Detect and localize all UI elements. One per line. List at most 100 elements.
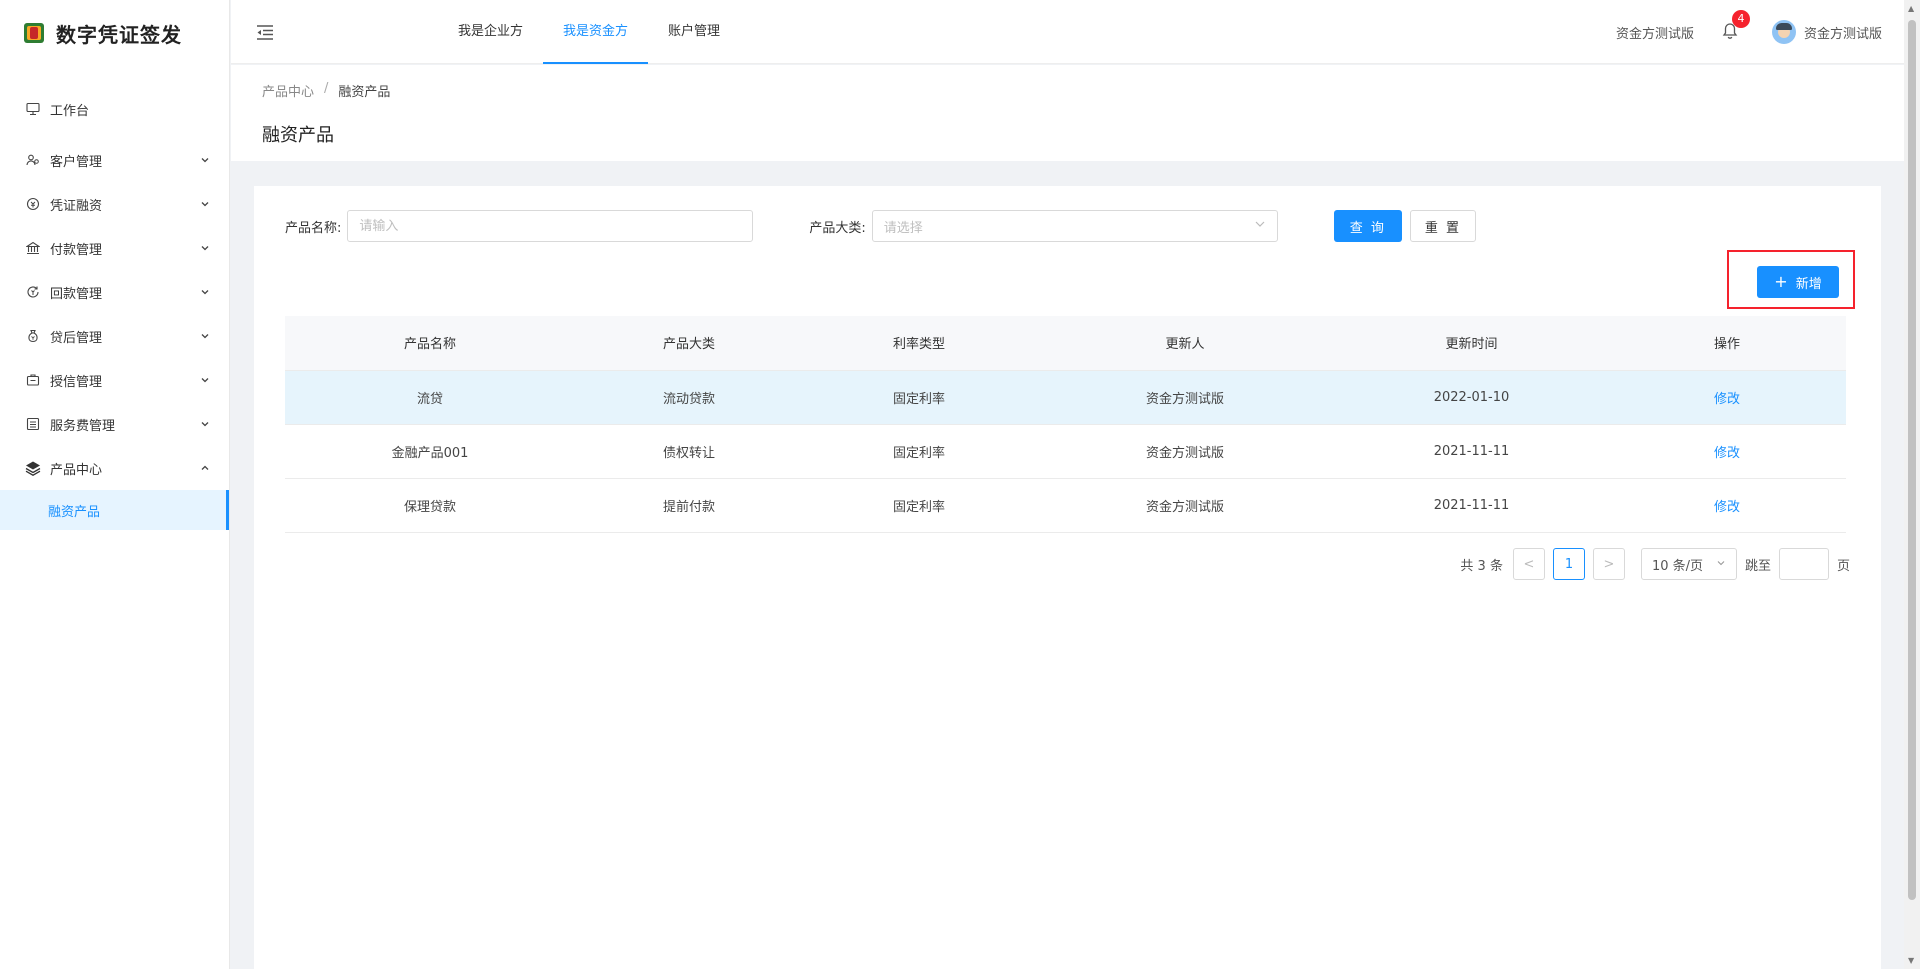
sidebar-item-payment[interactable]: 付款管理 <box>0 226 229 270</box>
table-row[interactable]: 流贷 流动贷款 固定利率 资金方测试版 2022-01-10 修改 <box>285 370 1846 425</box>
return-icon <box>24 283 42 301</box>
edit-link[interactable]: 修改 <box>1714 392 1740 407</box>
cell-category: 流动贷款 <box>575 370 803 425</box>
coin-icon <box>24 195 42 213</box>
jump-page-input[interactable] <box>1778 548 1829 580</box>
chevron-down-icon <box>199 154 211 166</box>
money-bag-icon <box>24 327 42 345</box>
cell-actions: 修改 <box>1608 370 1846 425</box>
breadcrumb-current: 融资产品 <box>338 85 391 100</box>
edit-link[interactable]: 修改 <box>1714 500 1740 515</box>
sidebar-item-collection[interactable]: 回款管理 <box>0 270 229 314</box>
sidebar-subitem-financing-products[interactable]: 融资产品 <box>0 490 229 530</box>
cell-updated-time: 2021-11-11 <box>1335 424 1608 479</box>
notification-bell[interactable]: 4 <box>1722 10 1750 42</box>
top-nav: 我是企业方 我是资金方 账户管理 <box>438 0 740 64</box>
cell-rate-type: 固定利率 <box>803 478 1035 533</box>
breadcrumb: 产品中心 / 融资产品 <box>262 81 390 100</box>
pagination-total: 共 3 条 <box>1460 558 1503 574</box>
add-button-label: 新增 <box>1795 276 1822 292</box>
cell-updater: 资金方测试版 <box>1035 370 1335 425</box>
layers-icon <box>24 459 42 477</box>
sidebar-item-credit[interactable]: 授信管理 <box>0 358 229 402</box>
scrollbar-thumb[interactable] <box>1908 20 1916 900</box>
sidebar-item-service-fee[interactable]: 服务费管理 <box>0 402 229 446</box>
content-card: 产品名称: 产品大类: 请选择 查 询 重 置 + 新增 产品名称 产品大类 利… <box>254 186 1881 969</box>
product-name-label: 产品名称: <box>285 220 342 236</box>
vertical-scrollbar[interactable]: ▲ ▼ <box>1904 0 1920 969</box>
jump-label: 跳至 <box>1744 558 1771 574</box>
page-header: 产品中心 / 融资产品 融资产品 <box>231 65 1904 161</box>
chevron-down-icon <box>199 198 211 210</box>
cell-name: 金融产品001 <box>285 424 575 479</box>
menu-fold-icon[interactable] <box>255 22 275 42</box>
page-size-value: 10 条/页 <box>1651 558 1704 574</box>
add-button[interactable]: + 新增 <box>1757 266 1839 298</box>
chevron-down-icon <box>1254 218 1266 234</box>
column-header-updater: 更新人 <box>1035 316 1335 371</box>
tab-funder[interactable]: 我是资金方 <box>543 0 649 64</box>
prev-page-button[interactable]: < <box>1512 548 1545 580</box>
cell-updated-time: 2021-11-11 <box>1335 478 1608 533</box>
bank-icon <box>24 239 42 257</box>
sidebar-item-workbench[interactable]: 工作台 <box>0 84 229 134</box>
cell-updated-time: 2022-01-10 <box>1335 370 1608 425</box>
column-header-updated-time: 更新时间 <box>1335 316 1608 371</box>
column-header-rate-type: 利率类型 <box>803 316 1035 371</box>
select-placeholder: 请选择 <box>883 220 923 236</box>
product-name-input[interactable] <box>347 210 754 242</box>
monitor-icon <box>24 100 42 118</box>
tab-account[interactable]: 账户管理 <box>648 0 740 64</box>
user-name[interactable]: 资金方测试版 <box>1804 23 1882 42</box>
sidebar-item-voucher-financing[interactable]: 凭证融资 <box>0 182 229 226</box>
notification-badge: 4 <box>1731 10 1750 28</box>
breadcrumb-parent[interactable]: 产品中心 <box>262 81 314 100</box>
table-row[interactable]: 保理贷款 提前付款 固定利率 资金方测试版 2021-11-11 修改 <box>285 478 1846 533</box>
chevron-down-icon <box>199 418 211 430</box>
chevron-down-icon <box>199 242 211 254</box>
page-1-button[interactable]: 1 <box>1552 548 1585 580</box>
cell-rate-type: 固定利率 <box>803 424 1035 479</box>
chevron-down-icon <box>1716 557 1726 572</box>
next-page-button[interactable]: > <box>1592 548 1625 580</box>
table-row[interactable]: 金融产品001 债权转让 固定利率 资金方测试版 2021-11-11 修改 <box>285 424 1846 479</box>
edit-link[interactable]: 修改 <box>1714 446 1740 461</box>
product-category-select[interactable]: 请选择 <box>871 210 1278 242</box>
logo-icon <box>24 23 44 43</box>
org-label[interactable]: 资金方测试版 <box>1616 23 1694 42</box>
cell-name: 保理贷款 <box>285 478 575 533</box>
avatar[interactable] <box>1771 20 1796 44</box>
sidebar-item-product-center[interactable]: 产品中心 <box>0 446 229 490</box>
sidebar-menu: 工作台 客户管理 凭证融资 付款管理 回款管理 贷后管理 授信管理 服务费管理 … <box>0 84 229 530</box>
cell-category: 债权转让 <box>575 424 803 479</box>
chevron-down-icon <box>199 330 211 342</box>
cell-category: 提前付款 <box>575 478 803 533</box>
sidebar-item-post-loan[interactable]: 贷后管理 <box>0 314 229 358</box>
header-right: 资金方测试版 4 资金方测试版 <box>1616 0 1882 64</box>
app-logo: 数字凭证签发 <box>0 0 229 66</box>
page-suffix: 页 <box>1836 558 1850 574</box>
page-size-select[interactable]: 10 条/页 <box>1640 548 1737 580</box>
table-header-row: 产品名称 产品大类 利率类型 更新人 更新时间 操作 <box>285 316 1846 371</box>
column-header-category: 产品大类 <box>575 316 803 371</box>
scroll-down-arrow-icon[interactable]: ▼ <box>1908 956 1914 965</box>
cell-updater: 资金方测试版 <box>1035 478 1335 533</box>
sidebar-item-customers[interactable]: 客户管理 <box>0 138 229 182</box>
cell-name: 流贷 <box>285 370 575 425</box>
column-header-name: 产品名称 <box>285 316 575 371</box>
scroll-up-arrow-icon[interactable]: ▲ <box>1908 4 1914 13</box>
list-icon <box>24 415 42 433</box>
products-table: 产品名称 产品大类 利率类型 更新人 更新时间 操作 流贷 流动贷款 固定利率 … <box>285 316 1846 533</box>
reset-button[interactable]: 重 置 <box>1409 210 1477 242</box>
app-title: 数字凭证签发 <box>56 22 182 47</box>
users-icon <box>24 151 42 169</box>
column-header-actions: 操作 <box>1608 316 1846 371</box>
tab-enterprise[interactable]: 我是企业方 <box>438 0 543 64</box>
page-title: 融资产品 <box>262 125 334 146</box>
cell-updater: 资金方测试版 <box>1035 424 1335 479</box>
pagination: 共 3 条 < 1 > 10 条/页 跳至 页 <box>1460 548 1850 580</box>
chevron-up-icon <box>199 462 211 474</box>
chevron-down-icon <box>199 374 211 386</box>
search-button[interactable]: 查 询 <box>1333 210 1402 242</box>
cell-rate-type: 固定利率 <box>803 370 1035 425</box>
